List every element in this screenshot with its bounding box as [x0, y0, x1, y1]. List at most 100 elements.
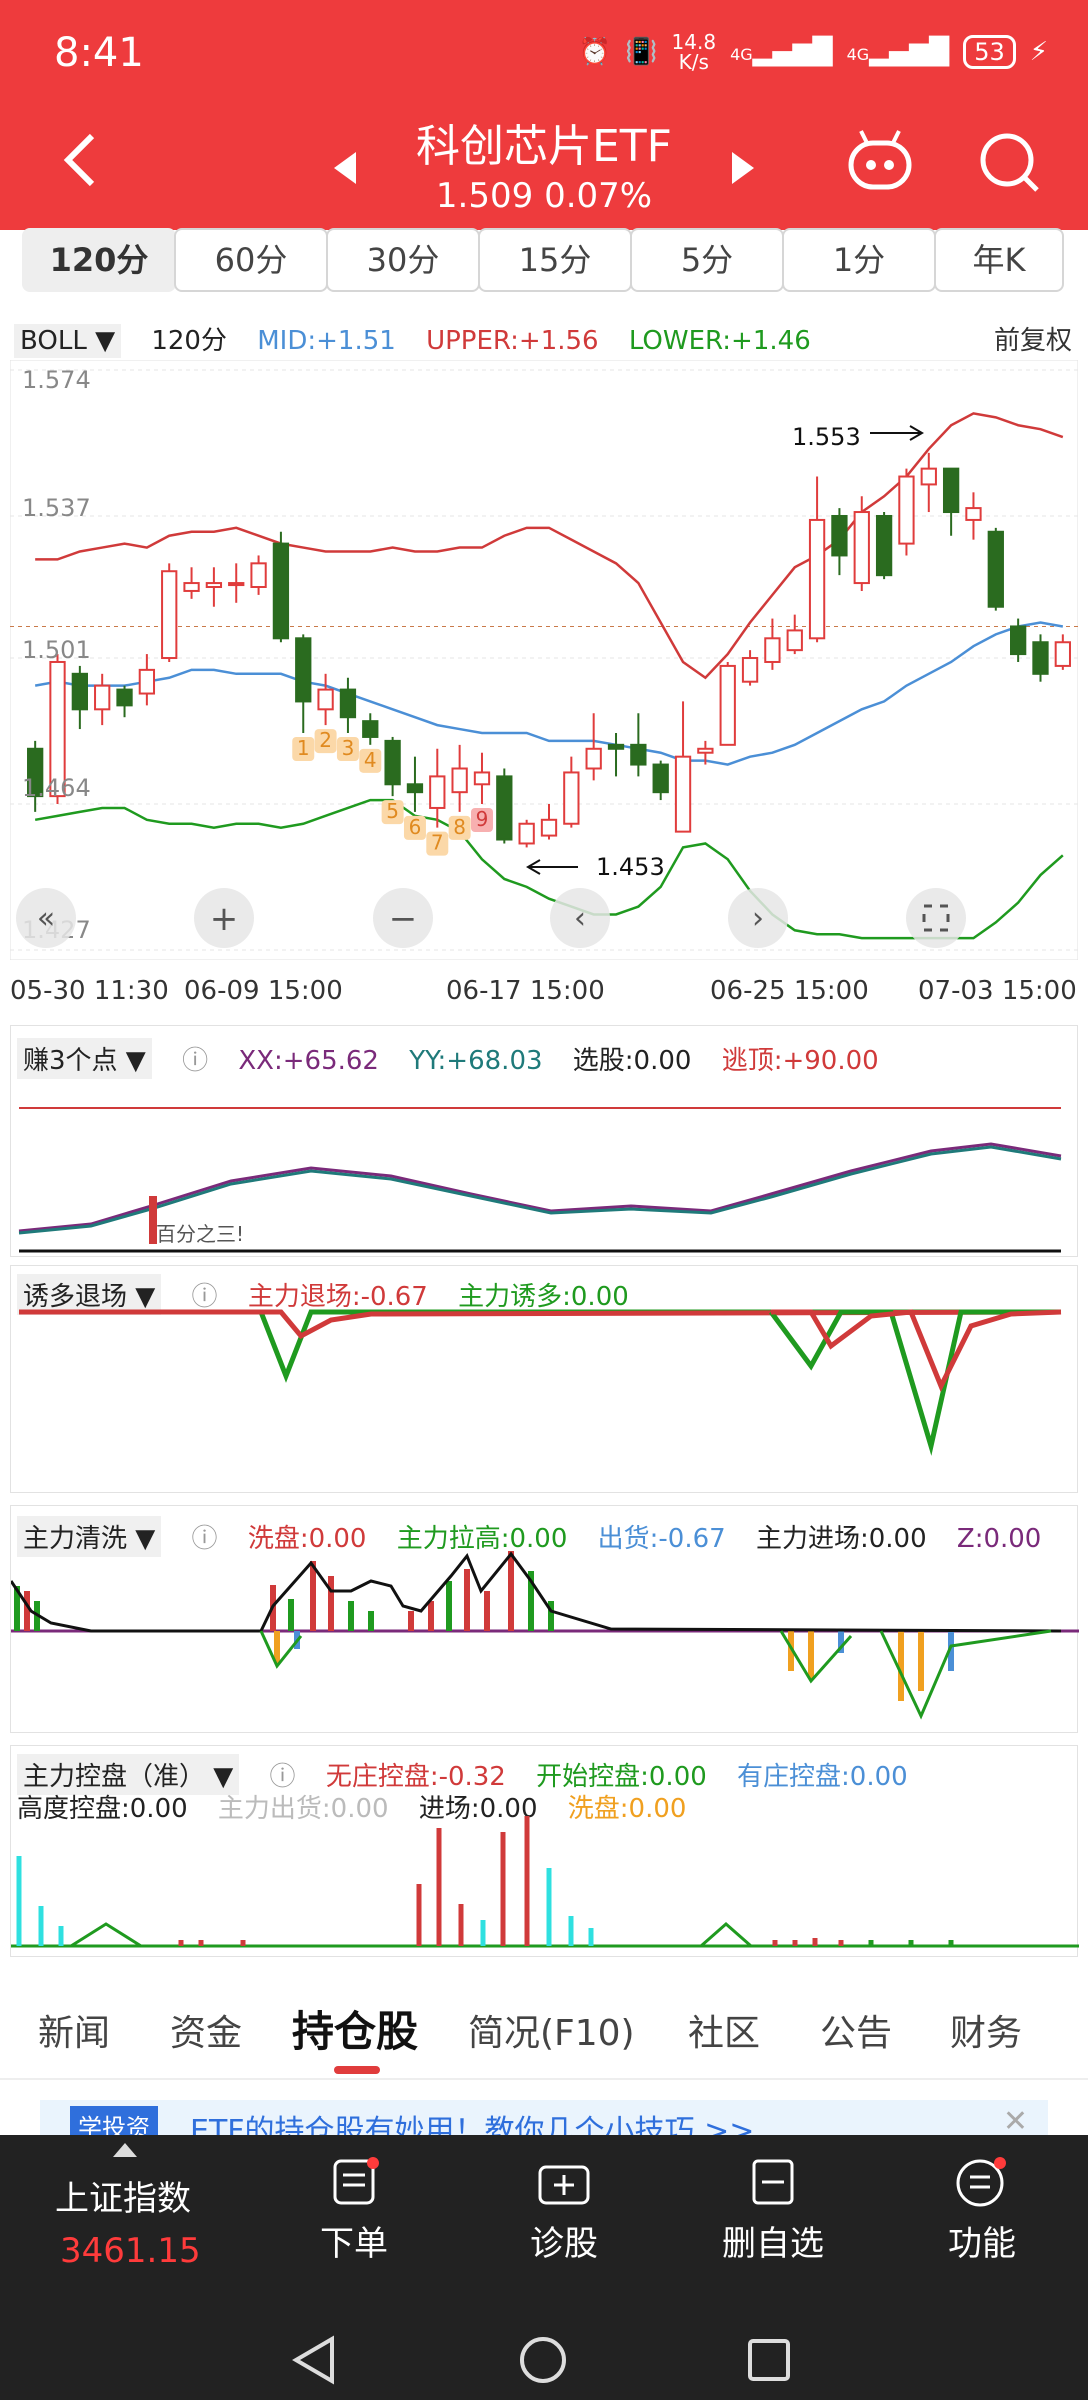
- stock-plus-icon: [538, 2165, 590, 2205]
- signal-icon: 4G▂▄▆█: [730, 37, 833, 67]
- zoom-in-button[interactable]: +: [194, 888, 254, 948]
- recent-nav-icon[interactable]: [744, 2335, 794, 2385]
- ind1-escape: 逃顶:+90.00: [721, 1046, 879, 1076]
- net-speed: 14.8 K/s: [671, 30, 717, 74]
- next-stock-icon[interactable]: [728, 148, 758, 188]
- candle: [808, 518, 826, 640]
- tab-5min[interactable]: 5分: [630, 228, 784, 292]
- diagnose-button[interactable]: 诊股: [526, 2157, 602, 2265]
- scroll-left-button[interactable]: «: [16, 888, 76, 948]
- indicator4-chart: [11, 1816, 1079, 1948]
- tab-news[interactable]: 新闻: [38, 2004, 110, 2056]
- ind1-select: 选股:0.00: [572, 1046, 692, 1076]
- candle: [764, 637, 781, 663]
- candle: [116, 688, 133, 707]
- candle: [518, 822, 535, 845]
- promo-banner[interactable]: 学投资 ETF的持仓股有妙用！教你几个小技巧 >> ✕: [40, 2100, 1048, 2140]
- candle: [697, 747, 714, 754]
- tab-1min[interactable]: 1分: [782, 228, 936, 292]
- tab-announcement[interactable]: 公告: [820, 2004, 892, 2056]
- document-icon: [333, 2157, 379, 2205]
- candle: [1054, 641, 1071, 667]
- back-nav-icon[interactable]: [290, 2335, 340, 2385]
- candle: [138, 668, 156, 695]
- indicator1-selector[interactable]: 赚3个点 ▼: [17, 1038, 152, 1079]
- candle: [898, 475, 915, 545]
- fullscreen-button[interactable]: [906, 888, 966, 948]
- candle: [831, 514, 848, 557]
- price-tick: 1.501: [22, 636, 91, 664]
- price-tick: 1.464: [22, 774, 91, 802]
- candle: [965, 507, 982, 521]
- candle: [183, 582, 200, 592]
- sequence-number: 5: [386, 799, 399, 823]
- robot-icon[interactable]: [845, 125, 915, 195]
- menu-circle-icon: [956, 2157, 1006, 2207]
- remove-label: 删自选: [722, 2224, 824, 2264]
- candle: [674, 755, 692, 833]
- low-annotation: 1.453: [596, 853, 665, 881]
- tab-120min[interactable]: 120分: [22, 228, 176, 292]
- tab-year[interactable]: 年K: [934, 228, 1064, 292]
- svg-text:«: «: [37, 901, 55, 936]
- candle: [339, 688, 357, 719]
- candle: [228, 582, 245, 587]
- boll-period: 120分: [151, 326, 227, 356]
- charging-icon: ⚡: [1029, 37, 1048, 67]
- next-button[interactable]: ›: [728, 888, 788, 948]
- tab-holdings[interactable]: 持仓股: [292, 1998, 418, 2059]
- period-tabs: 120分 60分 30分 15分 5分 1分 年K: [0, 228, 1088, 300]
- ind3-raise: 主力拉高:0.00: [396, 1524, 568, 1554]
- help-icon[interactable]: ⓘ: [182, 1046, 208, 1076]
- tab-finance[interactable]: 财务: [950, 2004, 1022, 2056]
- tab-60min[interactable]: 60分: [174, 228, 328, 292]
- candle: [987, 530, 1004, 608]
- index-value: 3461.15: [60, 2231, 201, 2271]
- tab-funds[interactable]: 资金: [170, 2004, 242, 2056]
- index-name[interactable]: 上证指数: [55, 2171, 191, 2220]
- ind4-has: 有庄控盘:0.00: [737, 1762, 908, 1792]
- date-tick: 06-17 15:00: [446, 976, 605, 1006]
- price-tick: 1.574: [22, 366, 91, 394]
- svg-text:+: +: [210, 899, 239, 939]
- candle: [1010, 625, 1027, 656]
- home-nav-icon[interactable]: [518, 2335, 568, 2385]
- search-icon[interactable]: [975, 128, 1045, 198]
- prev-button[interactable]: ‹: [550, 888, 610, 948]
- candle: [652, 763, 669, 794]
- tab-f10[interactable]: 简况(F10): [468, 2004, 635, 2056]
- indicator-panel-3: 主力清洗 ▼ ⓘ 洗盘:0.00 主力拉高:0.00 出货:-0.67 主力进场…: [10, 1505, 1079, 1733]
- candle: [250, 562, 267, 589]
- header: 科创芯片ETF 1.509 0.07%: [0, 110, 1088, 230]
- sequence-number: 7: [431, 831, 444, 855]
- candle: [1032, 641, 1049, 675]
- function-button[interactable]: 功能: [944, 2157, 1020, 2265]
- candlestick-chart[interactable]: 1.574 1.537 1.501 1.464 1.427 1.553 1.45…: [10, 360, 1078, 960]
- candle: [563, 771, 580, 825]
- help-icon[interactable]: ⓘ: [192, 1524, 218, 1554]
- price-tick: 1.537: [22, 494, 91, 522]
- tab-15min[interactable]: 15分: [478, 228, 632, 292]
- zoom-out-button[interactable]: −: [373, 888, 433, 948]
- tab-30min[interactable]: 30分: [326, 228, 480, 292]
- adjust-label[interactable]: 前复权: [994, 320, 1072, 357]
- alarm-icon: ⏰: [578, 37, 612, 67]
- sequence-number: 9: [476, 807, 489, 831]
- candle: [71, 672, 89, 711]
- candle: [630, 743, 647, 766]
- expand-up-icon[interactable]: [113, 2143, 137, 2157]
- svg-text:−: −: [389, 899, 418, 939]
- status-bar: 8:41 ⏰ 📳 14.8 K/s 4G▂▄▆█ 4G▂▄▆█ 53 ⚡: [0, 0, 1088, 110]
- boll-selector[interactable]: BOLL ▼: [14, 324, 122, 358]
- indicator1-chart: 百分之三!: [18, 1107, 1062, 1253]
- sequence-number: 3: [342, 736, 355, 760]
- boll-mid: MID:+1.51: [257, 326, 396, 356]
- candle: [607, 743, 625, 750]
- close-icon[interactable]: ✕: [1003, 2104, 1028, 2139]
- status-time: 8:41: [54, 30, 144, 76]
- date-tick: 06-09 15:00: [184, 976, 343, 1006]
- order-button[interactable]: 下单: [318, 2157, 390, 2265]
- tab-community[interactable]: 社区: [688, 2004, 760, 2056]
- order-label: 下单: [320, 2224, 388, 2264]
- remove-watchlist-button[interactable]: 删自选: [718, 2157, 828, 2265]
